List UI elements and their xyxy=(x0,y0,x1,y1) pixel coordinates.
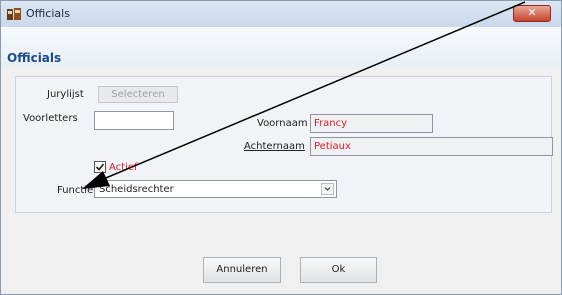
close-button[interactable]: ✕ xyxy=(513,5,551,22)
check-icon xyxy=(95,163,105,171)
achternaam-label[interactable]: Achternaam xyxy=(244,141,305,152)
officials-window: Officials ✕ Officials Jurylijst Selecter… xyxy=(0,0,562,295)
window-title: Officials xyxy=(26,7,70,20)
selecteren-button[interactable]: Selecteren xyxy=(98,86,178,103)
achternaam-field[interactable]: Petiaux xyxy=(310,137,553,156)
actief-checkbox[interactable] xyxy=(94,161,106,173)
officials-app-icon xyxy=(7,8,21,20)
header-band xyxy=(1,27,561,67)
cancel-button[interactable]: Annuleren xyxy=(203,257,281,283)
title-bar: Officials ✕ xyxy=(1,1,561,28)
achternaam-value: Petiaux xyxy=(314,141,351,152)
chevron-down-icon xyxy=(324,187,331,191)
voornaam-label: Voornaam xyxy=(257,118,308,129)
page-title: Officials xyxy=(7,51,62,65)
voorletters-label: Voorletters xyxy=(23,113,78,124)
voornaam-value: Francy xyxy=(314,118,348,129)
ok-button[interactable]: Ok xyxy=(300,257,377,283)
dropdown-arrow[interactable] xyxy=(321,183,334,195)
jurylijst-label: Jurylijst xyxy=(47,89,84,100)
voornaam-field[interactable]: Francy xyxy=(310,114,433,133)
voorletters-field[interactable] xyxy=(94,111,174,130)
functie-label: Functie xyxy=(57,185,94,196)
actief-label: Actief xyxy=(109,162,138,173)
functie-select[interactable]: Scheidsrechter xyxy=(94,180,337,198)
close-icon: ✕ xyxy=(527,6,537,19)
functie-value: Scheidsrechter xyxy=(99,184,174,195)
